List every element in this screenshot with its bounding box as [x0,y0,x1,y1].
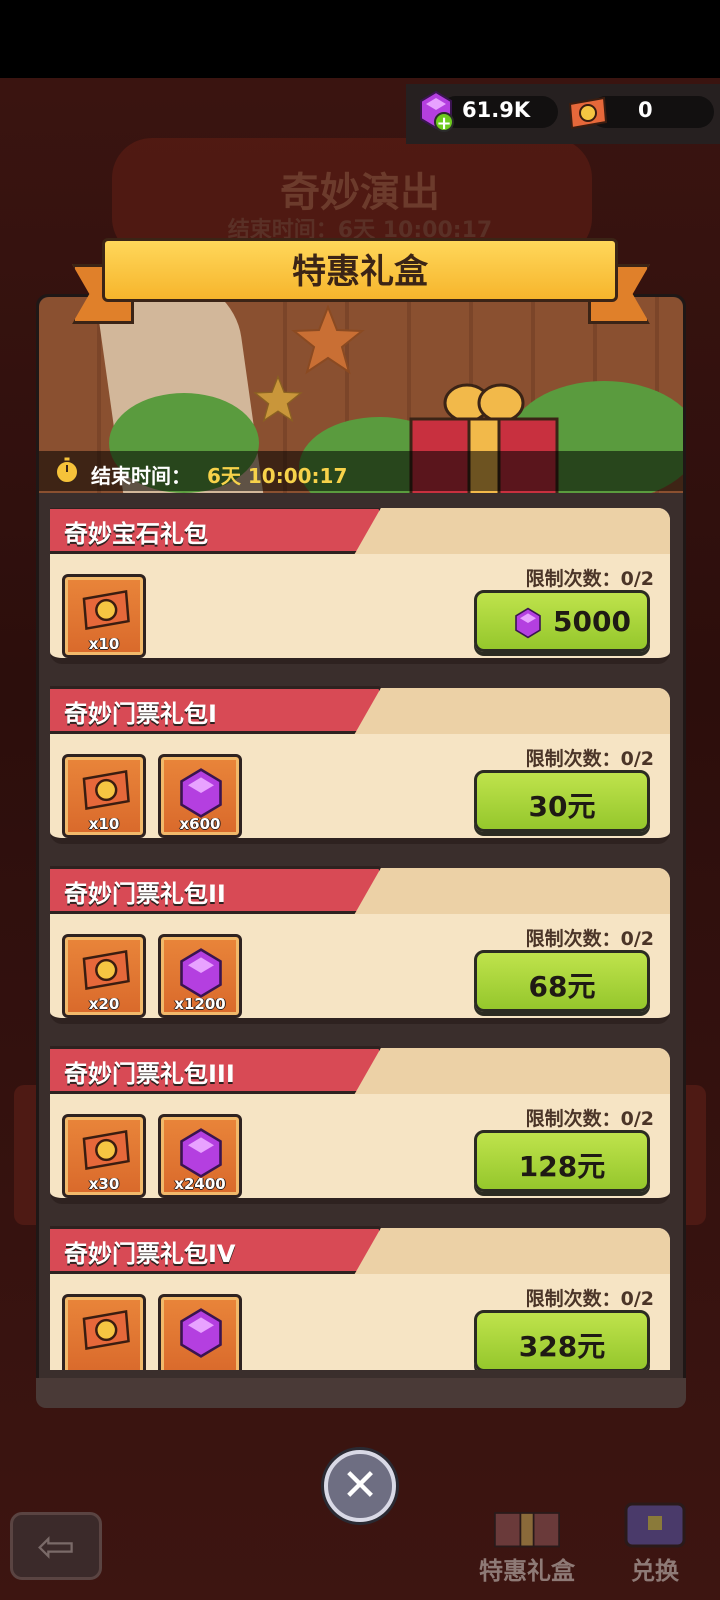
buy-button[interactable]: 30元 [474,770,650,832]
ticket-icon [82,769,130,811]
reward-quantity: x1200 [174,995,226,1013]
reward-quantity: x10 [88,815,120,833]
ends-time-value: 6天 10:00:17 [207,464,348,488]
close-button[interactable]: ✕ [324,1450,396,1522]
pack-card: 奇妙门票礼包III 限制次数：0/2 x30 x2400 128元 [50,1046,670,1204]
reward-item-ticket[interactable]: x30 [62,1114,146,1198]
reward-item-ticket[interactable] [62,1294,146,1370]
nav-label: 特惠礼盒 [479,1557,575,1585]
gem-icon [180,948,222,998]
close-icon: ✕ [341,1460,379,1511]
purchase-limit: 限制次数：0/2 [525,1288,654,1310]
purchase-limit: 限制次数：0/2 [525,1108,654,1130]
back-button[interactable]: ⇦ [10,1512,102,1580]
back-arrow-icon: ⇦ [36,1519,76,1573]
star-icon [291,305,365,375]
buy-price: 128元 [518,1150,606,1183]
ticket-icon [82,589,130,631]
status-bar-area [0,0,720,78]
ends-time-label: 结束时间： [91,464,191,488]
purchase-limit: 限制次数：0/2 [525,568,654,590]
reward-item-gem[interactable]: x2400 [158,1114,242,1198]
gem-icon [180,768,222,818]
gem-icon [180,1128,222,1178]
pack-title: 奇妙门票礼包IV [64,1240,236,1268]
add-gems-icon[interactable]: + [434,112,454,133]
buy-button[interactable]: 128元 [474,1130,650,1192]
stopwatch-icon [55,457,79,484]
ticket-icon [568,96,608,130]
ticket-icon [82,1309,130,1351]
reward-quantity: x2400 [174,1175,226,1193]
pack-card: 奇妙门票礼包II 限制次数：0/2 x20 x1200 68元 [50,866,670,1024]
gem-count: 61.9K [462,98,531,122]
pack-title: 奇妙宝石礼包 [64,520,208,548]
buy-price: 5000 [553,605,631,638]
buy-price: 30元 [528,790,596,823]
modal-bottom-edge [36,1378,686,1408]
buy-button[interactable]: 68元 [474,950,650,1012]
ticket-count: 0 [638,98,653,122]
reward-item-gem[interactable]: x600 [158,754,242,838]
reward-quantity: x10 [88,635,120,653]
pack-card: 奇妙宝石礼包 限制次数：0/2 x10 5000 [50,508,670,664]
pack-title: 奇妙门票礼包III [64,1060,235,1088]
buy-button[interactable]: 5000 [474,590,650,652]
purchase-limit: 限制次数：0/2 [525,748,654,770]
reward-quantity: x20 [88,995,120,1013]
modal-title: 特惠礼盒 [292,252,428,292]
reward-item-ticket[interactable]: x10 [62,574,146,658]
pack-title: 奇妙门票礼包I [64,700,217,728]
ticket-icon [82,949,130,991]
reward-item-gem[interactable]: x1200 [158,934,242,1018]
gift-box-icon [494,1512,560,1548]
buy-price: 328元 [518,1330,606,1363]
reward-item-gem[interactable] [158,1294,242,1370]
buy-button[interactable]: 328元 [474,1310,650,1370]
nav-exchange[interactable]: 兑换 [600,1490,710,1590]
reward-item-ticket[interactable]: x20 [62,934,146,1018]
pack-list[interactable]: 奇妙宝石礼包 限制次数：0/2 x10 5000 奇妙门票礼包I 限制次数：0/… [50,508,670,1370]
reward-quantity: x600 [179,815,221,833]
gem-icon [180,1308,222,1358]
treasure-chest-icon [624,1502,686,1548]
buy-price: 68元 [528,970,596,1003]
pack-card: 奇妙门票礼包IV 限制次数：0/2 328元 [50,1226,670,1370]
nav-label: 兑换 [631,1557,679,1585]
event-title: 奇妙演出 [280,170,440,216]
reward-item-ticket[interactable]: x10 [62,754,146,838]
modal-banner: 结束时间： 6天 10:00:17 [39,297,683,493]
star-icon [253,375,303,423]
ticket-icon [82,1129,130,1171]
nav-special-gift-box[interactable]: 特惠礼盒 [472,1490,582,1590]
purchase-limit: 限制次数：0/2 [525,928,654,950]
reward-quantity: x30 [88,1175,120,1193]
pack-card: 奇妙门票礼包I 限制次数：0/2 x10 x600 30元 [50,686,670,844]
pack-title: 奇妙门票礼包II [64,880,226,908]
